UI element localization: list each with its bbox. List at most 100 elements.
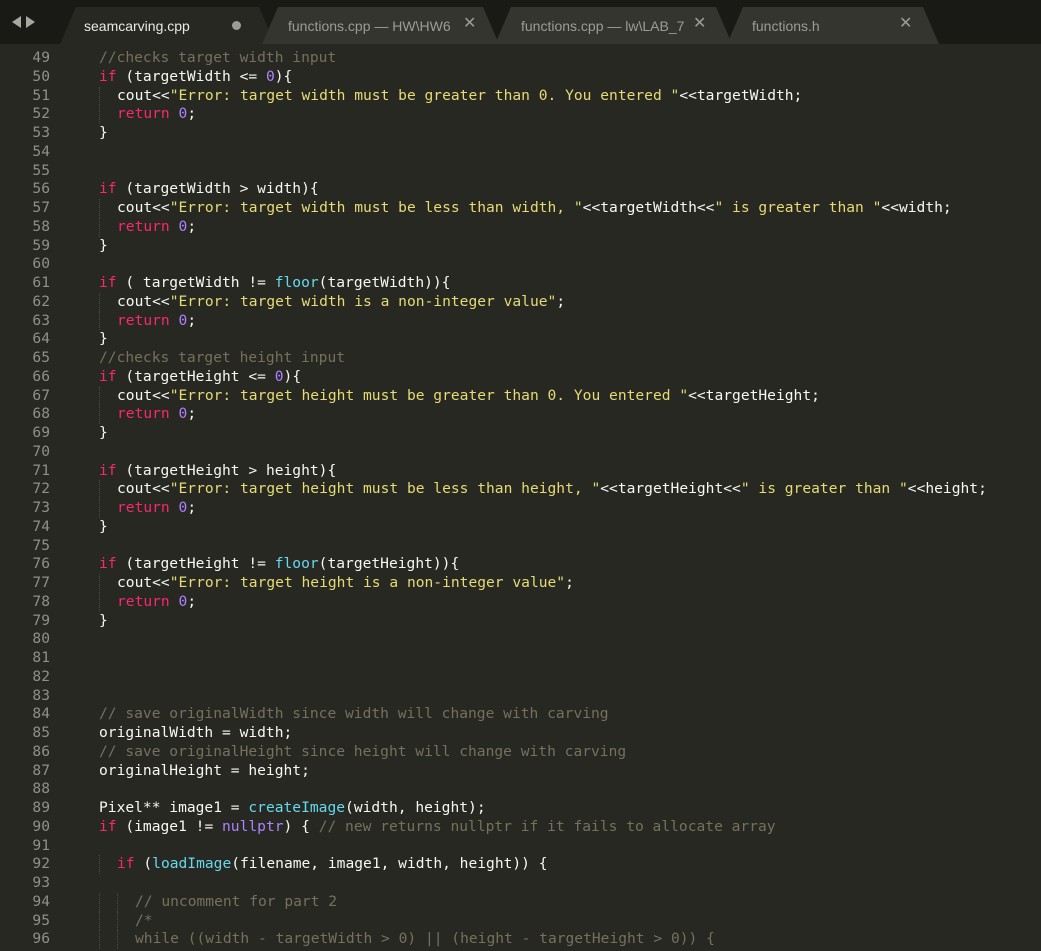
code-token: <<targetHeight; xyxy=(688,386,820,404)
comment-token: //checks target height input xyxy=(99,349,346,366)
code-line[interactable]: 87 originalHeight = height; xyxy=(0,762,1041,781)
code-line[interactable]: 50 if (targetWidth <= 0){ xyxy=(0,68,1041,87)
code-text: if (targetWidth <= 0){ xyxy=(99,68,292,87)
code-line[interactable]: 58 return 0; xyxy=(0,217,1041,237)
line-number: 66 xyxy=(32,367,50,385)
code-line[interactable]: 80 xyxy=(0,630,1041,649)
code-token: ; xyxy=(187,405,197,423)
comment-token: // save originalWidth since width will c… xyxy=(99,705,609,723)
code-text: if (loadImage(filename, image1, width, h… xyxy=(117,855,548,874)
code-line[interactable]: 95 /* xyxy=(0,911,1041,931)
code-editor[interactable]: 49 //checks target width input 50 if (targe… xyxy=(0,44,1041,951)
close-icon[interactable]: ✕ xyxy=(463,16,476,32)
line-number: 76 xyxy=(32,555,50,573)
code-text: } xyxy=(99,424,108,443)
code-line[interactable]: 62 cout<<"Error: target width is a non-in… xyxy=(0,292,1041,312)
arrow-right-icon[interactable] xyxy=(26,16,35,28)
code-line[interactable]: 93 xyxy=(0,874,1041,893)
line-number: 93 xyxy=(32,874,50,891)
code-line[interactable]: 83 xyxy=(0,687,1041,706)
arrow-left-icon[interactable] xyxy=(12,16,21,28)
code-line[interactable]: 66 if (targetHeight <= 0){ xyxy=(0,368,1041,387)
code-line[interactable]: 67 cout<<"Error: target height must be gr… xyxy=(0,386,1041,406)
tab-functions-cpp-lab7[interactable]: functions.cpp — lw\LAB_7 ✕ xyxy=(495,7,732,44)
line-number: 60 xyxy=(32,255,50,273)
line-number: 90 xyxy=(32,817,50,835)
line-number: 69 xyxy=(32,424,50,441)
unsaved-dot-icon[interactable] xyxy=(232,21,241,30)
code-line[interactable]: 74} xyxy=(0,518,1041,537)
tab-label: seamcarving.cpp xyxy=(84,18,190,34)
code-line[interactable]: 63 return 0; xyxy=(0,311,1041,331)
close-icon[interactable]: ✕ xyxy=(693,16,706,32)
code-line[interactable]: 54 xyxy=(0,143,1041,162)
code-line[interactable]: 94 // uncomment for part 2 xyxy=(0,892,1041,912)
code-line[interactable]: 69} xyxy=(0,424,1041,443)
code-line[interactable]: 91 xyxy=(0,837,1041,856)
code-line[interactable]: 92 if (loadImage(filename, image1, width,… xyxy=(0,855,1041,874)
line-number: 62 xyxy=(32,292,50,310)
tab-functions-cpp-hw6[interactable]: functions.cpp — HW\HW6 ✕ xyxy=(262,7,499,44)
close-icon[interactable]: ✕ xyxy=(899,16,912,32)
line-number: 51 xyxy=(32,86,50,104)
code-token: <<targetHeight<< xyxy=(600,480,741,498)
code-token: } xyxy=(99,236,108,254)
code-line[interactable]: 68 return 0; xyxy=(0,405,1041,424)
code-token: cout<< xyxy=(117,574,170,591)
code-line[interactable]: 85 originalWidth = width; xyxy=(0,724,1041,743)
keyword-token: return xyxy=(117,105,170,123)
line-number: 53 xyxy=(32,124,50,141)
code-line[interactable]: 84 // save originalWidth since width will… xyxy=(0,705,1041,724)
line-number: 91 xyxy=(32,836,50,854)
code-text: originalWidth = width; xyxy=(99,724,292,743)
keyword-token: if xyxy=(99,461,117,479)
code-line[interactable]: 64} xyxy=(0,330,1041,349)
code-line[interactable]: 60 xyxy=(0,255,1041,274)
code-line[interactable]: 56 if (targetWidth > width){ xyxy=(0,180,1041,199)
code-line[interactable]: 96 while ((width - targetWidth > 0) || (h… xyxy=(0,930,1041,949)
code-line[interactable]: 59} xyxy=(0,237,1041,256)
tab-functions-h[interactable]: functions.h ✕ xyxy=(727,7,939,44)
code-line[interactable]: 75 xyxy=(0,537,1041,556)
code-line[interactable]: 65 //checks target height input xyxy=(0,349,1041,368)
code-line[interactable]: 73 return 0; xyxy=(0,499,1041,518)
tab-seamcarving-cpp[interactable]: seamcarving.cpp xyxy=(60,7,275,44)
code-text: if ( targetWidth != floor(targetWidth)){ xyxy=(99,274,450,293)
code-line[interactable]: 77 cout<<"Error: target height is a non-i… xyxy=(0,574,1041,593)
code-line[interactable]: 81 xyxy=(0,649,1041,668)
code-line[interactable]: 79} xyxy=(0,612,1041,631)
code-line[interactable]: 88 xyxy=(0,780,1041,799)
code-line[interactable]: 76 if (targetHeight != floor(targetHeight… xyxy=(0,555,1041,574)
code-text: if (targetHeight > height){ xyxy=(99,462,336,481)
line-number: 96 xyxy=(32,930,50,948)
code-token: (targetHeight <= xyxy=(116,367,275,385)
code-line[interactable]: 89 Pixel** image1 = createImage(width, he… xyxy=(0,799,1041,818)
line-number: 52 xyxy=(32,105,50,123)
code-line[interactable]: 86 // save originalHeight since height wi… xyxy=(0,743,1041,762)
code-line[interactable]: 90 if (image1 != nullptr) { // new return… xyxy=(0,818,1041,837)
code-line[interactable]: 52 return 0; xyxy=(0,105,1041,124)
code-text: if (targetHeight <= 0){ xyxy=(99,368,301,387)
code-line[interactable]: 70 xyxy=(0,443,1041,462)
code-line[interactable]: 49 //checks target width input xyxy=(0,49,1041,68)
code-line[interactable]: 55 xyxy=(0,162,1041,181)
code-line[interactable]: 82 xyxy=(0,668,1041,687)
code-line[interactable]: 53} xyxy=(0,124,1041,143)
tab-label: functions.h xyxy=(752,18,820,34)
code-line[interactable]: 57 cout<<"Error: target width must be les… xyxy=(0,199,1041,218)
line-number: 89 xyxy=(32,799,50,816)
indent-guide xyxy=(99,217,100,237)
code-line[interactable]: 78 return 0; xyxy=(0,592,1041,612)
line-number: 75 xyxy=(32,536,50,554)
line-number: 78 xyxy=(32,592,50,610)
line-number: 86 xyxy=(32,742,50,760)
line-number: 61 xyxy=(32,274,50,291)
code-line[interactable]: 51 cout<<"Error: target width must be gre… xyxy=(0,86,1041,106)
code-token: <<width; xyxy=(881,199,952,216)
code-line[interactable]: 72 cout<<"Error: target height must be le… xyxy=(0,480,1041,499)
code-line[interactable]: 61 if ( targetWidth != floor(targetWidth)… xyxy=(0,274,1041,293)
line-number: 87 xyxy=(32,761,50,779)
code-line[interactable]: 71 if (targetHeight > height){ xyxy=(0,462,1041,481)
